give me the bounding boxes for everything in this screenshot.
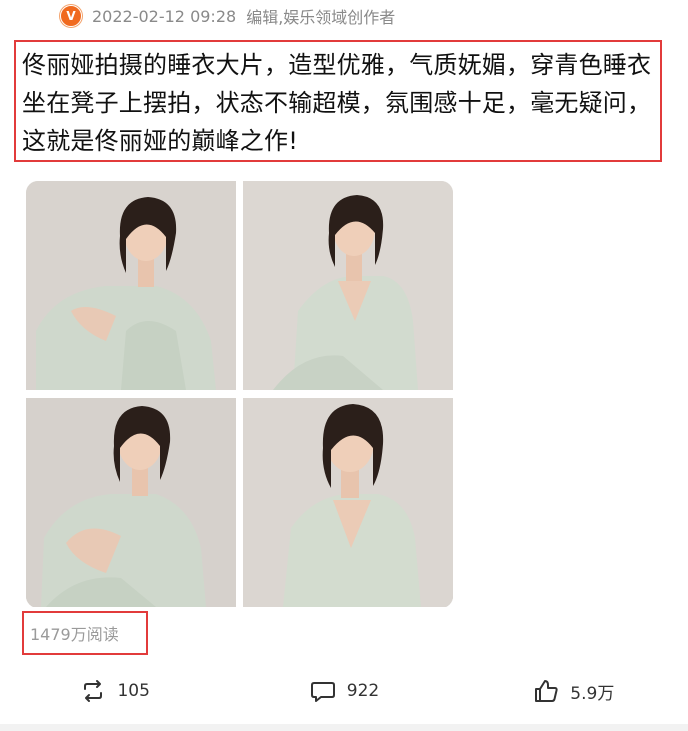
thumbs-up-icon	[535, 680, 558, 702]
woman-portrait-image	[26, 398, 236, 607]
photo-gallery	[26, 181, 453, 608]
comment-button[interactable]: 922	[229, 668, 458, 714]
gallery-photo[interactable]	[243, 398, 453, 607]
gallery-photo[interactable]	[243, 181, 453, 390]
verified-badge-icon: V	[60, 5, 82, 27]
comment-count: 922	[346, 681, 380, 701]
gallery-photo[interactable]	[26, 398, 236, 607]
woman-portrait-image	[26, 181, 236, 390]
gallery-photo[interactable]	[26, 181, 236, 390]
post-meta: V 2022-02-12 09:28 编辑,娱乐领域创作者	[60, 2, 395, 30]
woman-portrait-image	[243, 398, 453, 607]
post-source[interactable]: 编辑,娱乐领域创作者	[246, 4, 395, 28]
read-count: 1479万阅读	[22, 611, 148, 655]
like-count: 5.9万	[570, 683, 615, 704]
like-button[interactable]: 5.9万	[459, 668, 688, 714]
bottom-divider	[0, 724, 688, 731]
repost-icon	[84, 680, 103, 702]
repost-count: 105	[117, 681, 150, 701]
post-text: 佟丽娅拍摄的睡衣大片，造型优雅，气质妩媚，穿青色睡衣坐在凳子上摆拍，状态不输超模…	[14, 40, 662, 162]
comment-icon	[310, 682, 335, 702]
post-timestamp: 2022-02-12 09:28	[92, 6, 237, 26]
woman-portrait-image	[243, 181, 453, 390]
repost-button[interactable]: 105	[0, 668, 229, 714]
action-bar: 105 922 5.9万	[0, 668, 688, 714]
